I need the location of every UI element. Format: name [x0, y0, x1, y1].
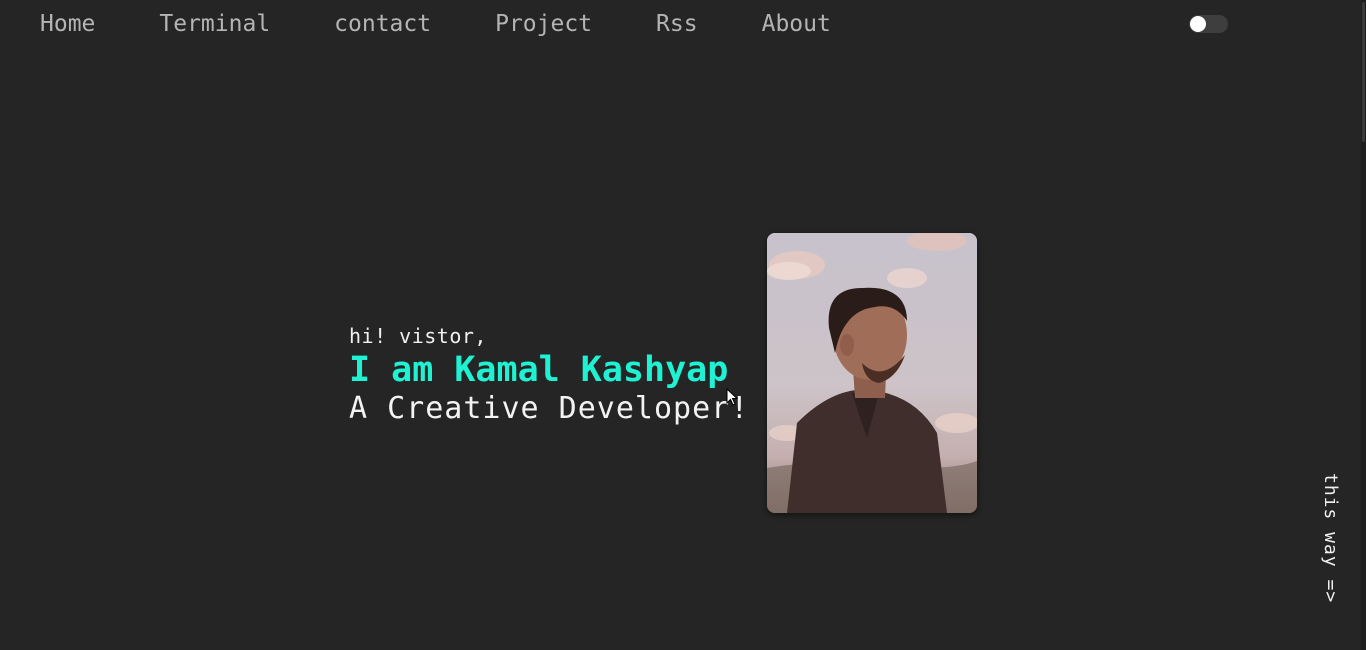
nav-about[interactable]: About: [762, 8, 831, 40]
scrollbar-thumb[interactable]: [1362, 2, 1365, 142]
hero-text: hi! vistor, I am Kamal Kashyap A Creativ…: [349, 324, 749, 426]
hero-name: I am Kamal Kashyap: [349, 350, 729, 390]
nav-rss[interactable]: Rss: [656, 8, 698, 40]
theme-toggle[interactable]: [1189, 15, 1228, 33]
mouse-cursor-icon: [726, 387, 739, 412]
toggle-knob: [1190, 16, 1206, 32]
nav-home[interactable]: Home: [40, 8, 95, 40]
hero-role: A Creative Developer!: [349, 391, 750, 426]
top-nav: Home Terminal contact Project Rss About: [40, 8, 895, 40]
scrollbar[interactable]: [1361, 0, 1366, 650]
nav-contact[interactable]: contact: [334, 8, 431, 40]
greeting: hi! vistor,: [349, 324, 487, 348]
nav-project[interactable]: Project: [495, 8, 592, 40]
profile-photo-illustration: [767, 233, 977, 513]
page: Home Terminal contact Project Rss About …: [0, 0, 1366, 650]
scroll-hint[interactable]: this way =>: [1318, 473, 1342, 603]
nav-terminal[interactable]: Terminal: [159, 8, 270, 40]
profile-photo: [767, 233, 977, 513]
